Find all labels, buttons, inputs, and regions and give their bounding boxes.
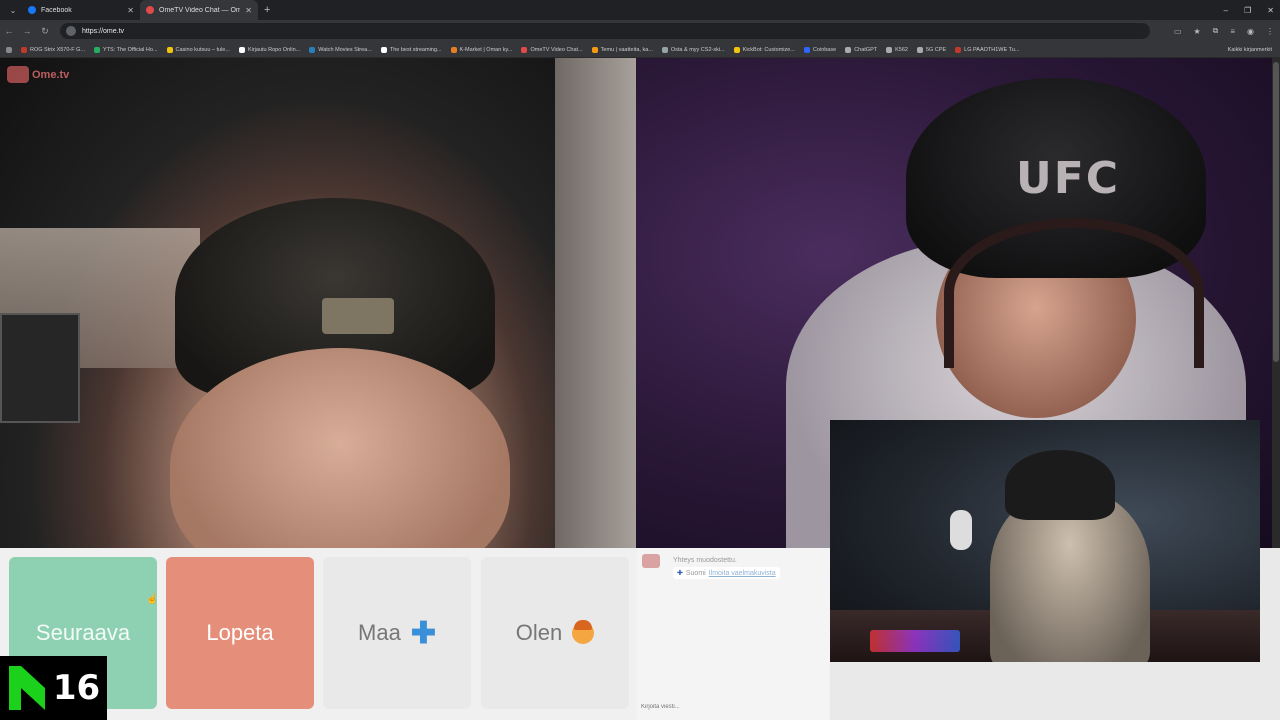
close-tab-icon[interactable]: ✕ [245, 6, 252, 15]
toolbar-actions: ▭ ★ ⧉ ≡ ◉ ⋮ [1174, 20, 1274, 42]
scrollbar-thumb[interactable] [1273, 62, 1279, 362]
minimize-icon[interactable]: – [1224, 6, 1228, 15]
extensions-icon[interactable]: ⧉ [1213, 26, 1219, 36]
cast-icon[interactable]: ▭ [1174, 27, 1182, 36]
new-tab-button[interactable]: + [264, 4, 270, 16]
bookmark-item[interactable]: YTS: The Official Ho... [94, 46, 158, 53]
bookmark-favicon-icon [955, 46, 962, 53]
url-text: https://ome.tv [82, 27, 125, 35]
bookmark-item[interactable]: Watch Movies Strea... [309, 46, 372, 53]
partner-video: Ome.tv [0, 58, 636, 548]
reload-icon[interactable]: ↻ [36, 26, 54, 37]
cap-logo-image [322, 298, 394, 334]
bookmark-favicon-icon [733, 46, 740, 53]
bookmark-favicon-icon [309, 46, 316, 53]
profile-avatar[interactable]: ◉ [1247, 27, 1254, 36]
finland-flag-icon: ✚ [677, 570, 683, 577]
bookmark-favicon-icon [166, 46, 173, 53]
gender-button[interactable]: Olen [481, 557, 629, 709]
back-icon[interactable]: ← [0, 26, 18, 36]
site-info-icon[interactable] [66, 26, 76, 36]
country-button[interactable]: Maa ✚ [323, 557, 471, 709]
bookmark-star-icon[interactable]: ★ [1193, 27, 1200, 36]
bookmark-item[interactable]: K-Market | Oman ky... [450, 46, 512, 53]
chat-panel: Yhteys muodostettu. ✚ Suomi Ilmoita vael… [637, 548, 830, 720]
bookmark-favicon-icon [591, 46, 598, 53]
bookmark-item[interactable]: Casino kutsuu – tule... [166, 46, 230, 53]
bookmark-item[interactable]: ChatGPT [845, 46, 877, 53]
tab-title: OmeTV Video Chat — Ome... [159, 6, 241, 14]
cursor-icon: ☝ [146, 594, 159, 605]
bookmark-item[interactable]: Coinbase [803, 46, 836, 53]
keyboard-image [870, 630, 960, 652]
bookmark-favicon-icon [380, 46, 387, 53]
chat-status: Yhteys muodostettu. [673, 557, 737, 564]
bookmark-favicon-icon [803, 46, 810, 53]
tab-search-button[interactable]: ⌄ [4, 3, 22, 17]
browser-tab-bar: ⌄ Facebook ✕ OmeTV Video Chat — Ome... ✕… [0, 0, 1280, 20]
stop-button[interactable]: Lopeta [166, 557, 314, 709]
ometv-logo-icon [7, 66, 29, 83]
forward-icon[interactable]: → [18, 26, 36, 36]
bookmark-item[interactable]: LG PAAOTH1WE Tu... [955, 46, 1019, 53]
window-controls: – ❐ ✕ [1224, 0, 1274, 20]
bookmark-item[interactable]: OmeTV Video Chat... [521, 46, 583, 53]
report-link[interactable]: Ilmoita vaelmakuvista [709, 570, 776, 577]
facebook-favicon-icon [28, 6, 36, 14]
bookmark-favicon-icon [916, 46, 923, 53]
menu-icon[interactable]: ⋮ [1266, 27, 1274, 36]
media-icon[interactable]: ≡ [1230, 27, 1235, 36]
age-rating-number: 16 [52, 668, 101, 708]
bookmarks-bar: ROG Strix X570-F G... YTS: The Official H… [0, 42, 1280, 58]
tab-title: Facebook [41, 6, 72, 14]
bookmark-favicon-icon [450, 46, 457, 53]
close-window-icon[interactable]: ✕ [1267, 6, 1274, 15]
bookmark-item[interactable]: Temu | vaatteita, ka... [591, 46, 653, 53]
browser-nav-bar: ← → ↻ https://ome.tv ▭ ★ ⧉ ≡ ◉ ⋮ [0, 20, 1280, 42]
plus-icon: ✚ [410, 616, 436, 650]
microphone-image [950, 510, 972, 550]
beanie-logo-image: UFC [1016, 153, 1121, 204]
microwave-image [0, 313, 80, 423]
control-panel: Seuraava Lopeta Maa ✚ Olen Yhteys muodos… [0, 548, 830, 720]
tab-facebook[interactable]: Facebook ✕ [22, 0, 140, 20]
chat-input[interactable] [641, 700, 826, 714]
bookmark-item[interactable]: The best streaming... [380, 46, 442, 53]
tab-ometv[interactable]: OmeTV Video Chat — Ome... ✕ [140, 0, 258, 20]
bookmark-item[interactable]: ROG Strix X570-F G... [21, 46, 85, 53]
ometv-favicon-icon [146, 6, 154, 14]
close-tab-icon[interactable]: ✕ [127, 6, 134, 15]
bookmark-favicon-icon [661, 46, 668, 53]
bookmark-favicon-icon [845, 46, 852, 53]
apps-icon[interactable] [6, 46, 12, 53]
chat-logo-icon [642, 554, 660, 568]
k-rating-icon [7, 666, 47, 710]
headphones-image [944, 218, 1204, 368]
age-rating-badge: 16 [0, 656, 107, 720]
bookmark-item[interactable]: KickBot: Customize... [733, 46, 795, 53]
bookmark-favicon-icon [94, 46, 101, 53]
bookmark-favicon-icon [21, 46, 27, 53]
person-icon [572, 620, 595, 644]
chat-country-line: ✚ Suomi Ilmoita vaelmakuvista [673, 567, 780, 579]
restore-icon[interactable]: ❐ [1244, 6, 1251, 15]
address-bar[interactable]: https://ome.tv [60, 23, 1150, 39]
all-bookmarks-button[interactable]: Kaikki kirjanmerkit [1228, 42, 1272, 58]
bookmark-item[interactable]: Osta & myy CS2-ski... [661, 46, 725, 53]
bookmark-item[interactable]: Kirjautu Ropo Onlin... [238, 46, 300, 53]
ometv-logo[interactable]: Ome.tv [7, 66, 69, 83]
bookmark-favicon-icon [238, 46, 245, 53]
bookmark-favicon-icon [886, 46, 893, 53]
bookmark-item[interactable]: 5G CPE [916, 46, 946, 53]
bookmark-favicon-icon [521, 46, 528, 53]
streamer-webcam [830, 420, 1260, 662]
fridge-image [555, 58, 636, 548]
bookmark-item[interactable]: K562 [886, 46, 908, 53]
